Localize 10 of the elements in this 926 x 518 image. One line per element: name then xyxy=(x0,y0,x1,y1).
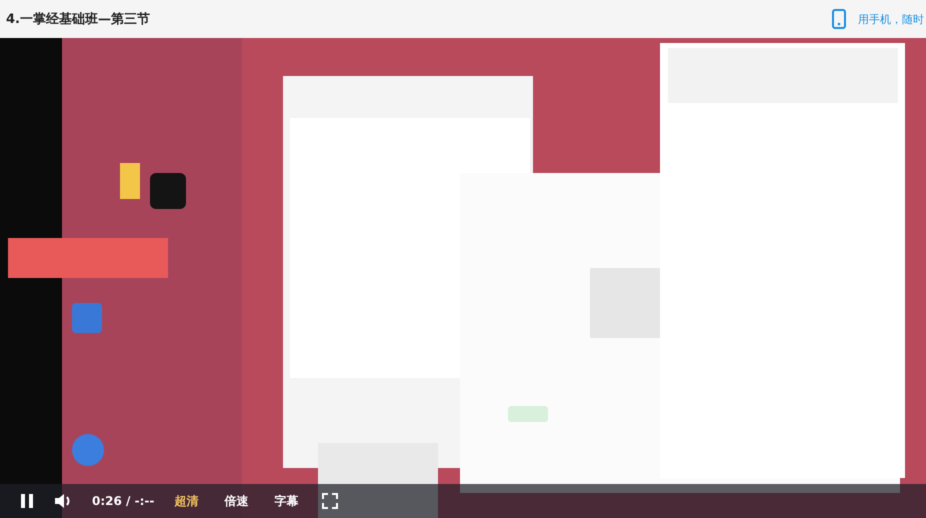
lesson-title: 4.一掌经基础班—第三节 xyxy=(6,11,150,28)
subtitles-button[interactable]: 字幕 xyxy=(270,490,302,512)
playback-time: 0:26 / -:-- xyxy=(92,494,154,508)
pause-button[interactable] xyxy=(18,491,36,511)
quality-button[interactable]: 超清 xyxy=(170,490,202,512)
speed-button[interactable]: 倍速 xyxy=(220,490,252,512)
fullscreen-button[interactable] xyxy=(320,491,340,511)
phone-icon xyxy=(832,9,846,29)
fullscreen-icon xyxy=(322,493,338,509)
pause-icon xyxy=(20,493,34,509)
